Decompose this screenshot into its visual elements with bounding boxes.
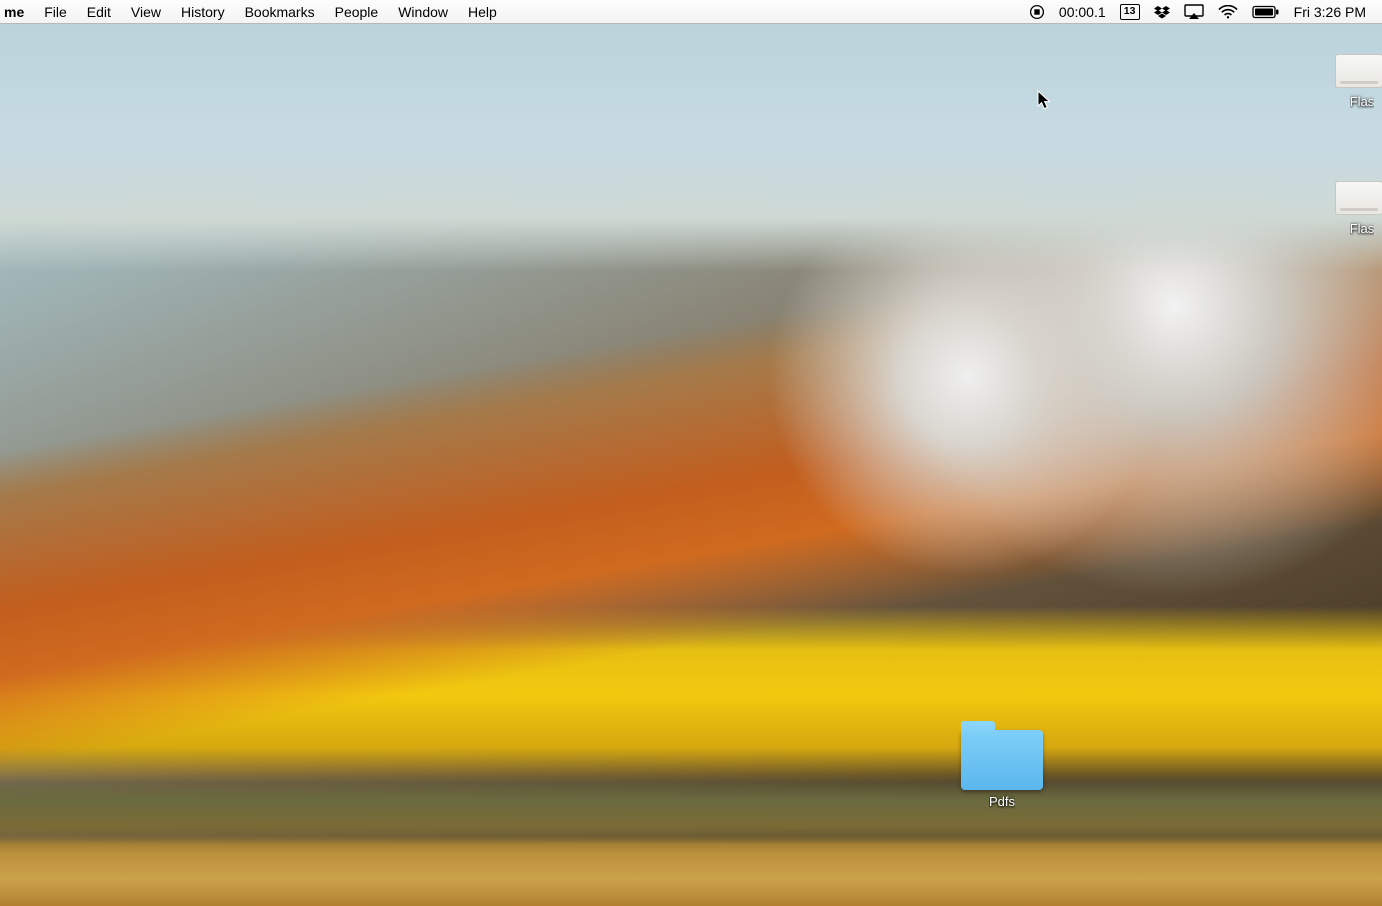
drive-item-1[interactable]: Flas <box>1312 54 1382 109</box>
drive-item-2[interactable]: Flas <box>1312 181 1382 236</box>
menu-window[interactable]: Window <box>388 0 458 24</box>
menu-people[interactable]: People <box>325 0 389 24</box>
menu-bar: me File Edit View History Bookmarks Peop… <box>0 0 1382 24</box>
hard-drive-icon <box>1335 54 1382 88</box>
folder-icon <box>961 730 1043 790</box>
menu-help[interactable]: Help <box>458 0 507 24</box>
clock[interactable]: Fri 3:26 PM <box>1294 4 1366 20</box>
menu-view[interactable]: View <box>121 0 171 24</box>
menu-edit[interactable]: Edit <box>77 0 121 24</box>
hard-drive-icon <box>1335 181 1382 215</box>
recording-time: 00:00.1 <box>1059 4 1106 20</box>
folder-pdfs[interactable]: Pdfs <box>952 730 1052 809</box>
menu-right: 00:00.1 13 Fri 3:26 PM <box>1029 4 1382 20</box>
dropbox-icon[interactable] <box>1154 4 1170 20</box>
menu-history[interactable]: History <box>171 0 235 24</box>
drive-icon-column: Flas Flas <box>1312 54 1382 236</box>
mouse-cursor-icon <box>1037 90 1053 117</box>
app-menu[interactable]: me <box>4 0 34 24</box>
battery-icon[interactable] <box>1252 5 1280 19</box>
menu-left: me File Edit View History Bookmarks Peop… <box>0 0 507 24</box>
desktop[interactable]: Flas Flas Pdfs <box>0 24 1382 906</box>
drive-label: Flas <box>1350 221 1375 236</box>
wifi-icon[interactable] <box>1218 5 1238 19</box>
folder-label: Pdfs <box>989 794 1015 809</box>
menu-bookmarks[interactable]: Bookmarks <box>235 0 325 24</box>
calendar-icon[interactable]: 13 <box>1120 4 1140 20</box>
drive-label: Flas <box>1350 94 1375 109</box>
stop-record-icon[interactable] <box>1029 4 1045 20</box>
menu-file[interactable]: File <box>34 0 77 24</box>
airplay-icon[interactable] <box>1184 4 1204 20</box>
